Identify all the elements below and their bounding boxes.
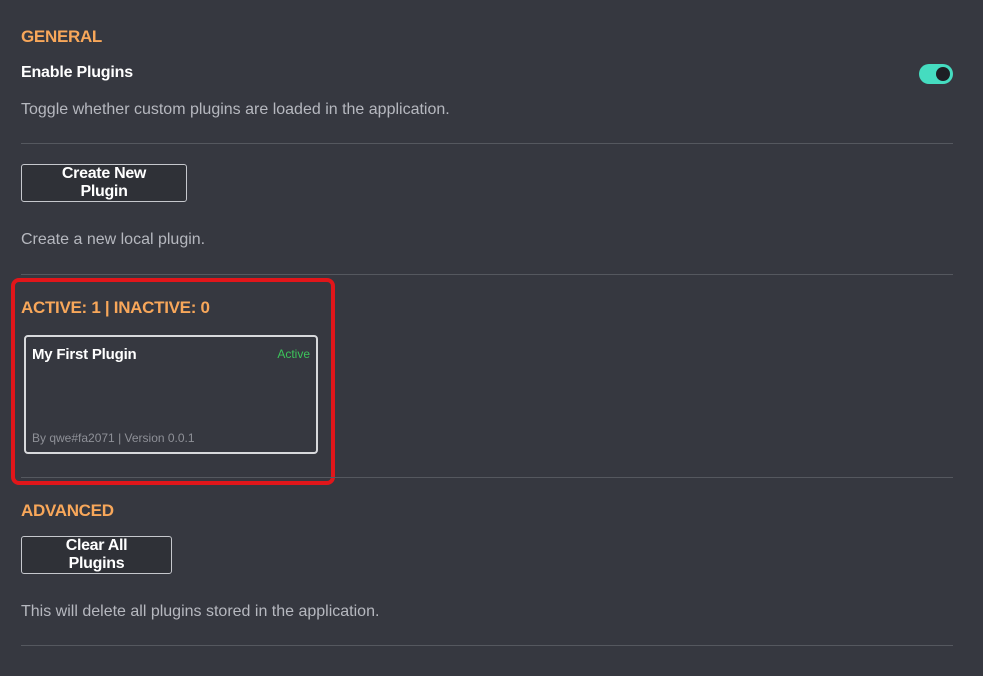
general-section-title: GENERAL [21, 27, 103, 46]
clear-all-plugins-button[interactable]: Clear All Plugins [21, 536, 172, 574]
create-plugin-description: Create a new local plugin. [21, 231, 206, 248]
divider [21, 143, 953, 144]
highlight-annotation-box [11, 278, 335, 485]
enable-plugins-toggle[interactable] [919, 64, 953, 84]
clear-plugins-description: This will delete all plugins stored in t… [21, 603, 380, 620]
plugin-settings-page: GENERAL Enable Plugins Toggle whether cu… [0, 0, 983, 676]
divider [21, 477, 953, 478]
enable-plugins-description: Toggle whether custom plugins are loaded… [21, 101, 450, 118]
advanced-section-title: ADVANCED [21, 501, 114, 520]
enable-plugins-label: Enable Plugins [21, 64, 133, 81]
create-new-plugin-button[interactable]: Create New Plugin [21, 164, 187, 202]
divider [21, 274, 953, 275]
divider [21, 645, 953, 646]
toggle-knob [936, 67, 950, 81]
